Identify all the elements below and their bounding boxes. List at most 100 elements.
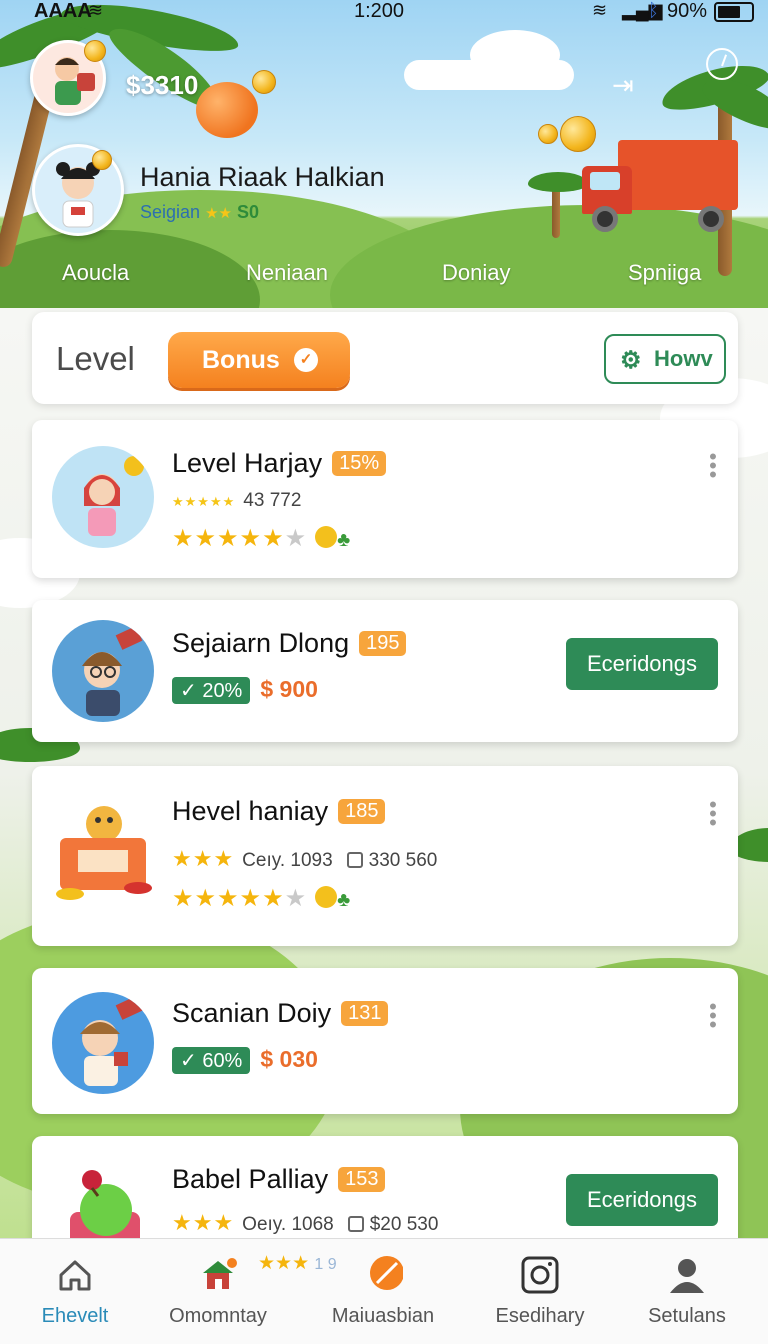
- card-title-text: Level Harjay: [172, 448, 323, 478]
- wifi-icon: ≋: [592, 0, 608, 20]
- card-title: Hevel haniay 185: [172, 796, 386, 827]
- palm-tree: [552, 188, 560, 238]
- user-score: S0: [236, 202, 260, 222]
- level-bar: Level Bonus ✓ ⚙ Howv: [32, 312, 738, 404]
- header-banner: AAAA ≋ 1:200 ≋ ▂▄▆ ᛒ 90% $3310 ⇥ Hania R…: [0, 0, 768, 308]
- card-badge: 153: [338, 1167, 386, 1192]
- wifi-icon: ≋: [88, 0, 104, 20]
- coin-icon: [92, 150, 112, 170]
- user-rank: Seigian: [140, 202, 201, 222]
- carrier-label: AAAA: [34, 0, 92, 22]
- meta-stars: ★★★: [172, 846, 235, 871]
- list-card[interactable]: Sejaiarn Dlong 195 ✓ 20% $ 900 Eceridongs: [32, 600, 738, 742]
- card-badge: 15%: [332, 451, 387, 476]
- card-avatar: [52, 446, 154, 548]
- star-half: ★: [284, 525, 308, 552]
- card-title-text: Scanian Doiy: [172, 998, 332, 1028]
- truck-wheel: [592, 206, 618, 232]
- nav-item-home[interactable]: Ehevelt: [0, 1239, 150, 1344]
- tab-spniiga[interactable]: Spniiga: [628, 260, 701, 286]
- store-icon: [203, 1258, 237, 1289]
- coin-icon: [538, 124, 558, 144]
- list-card[interactable]: Hevel haniay 185 ★★★ Ceıy. 1093 330 560 ★★★…: [32, 766, 738, 946]
- nav-item-gallery[interactable]: Esedihary: [465, 1239, 615, 1344]
- card-title-text: Babel Palliay: [172, 1164, 329, 1194]
- battery-icon: [714, 2, 754, 22]
- discount-badge: ✓ 60%: [172, 1047, 251, 1074]
- meta-stars: ★★★: [172, 1210, 235, 1235]
- card-meta: ★★★★★ 43 772: [172, 490, 301, 512]
- tab-neniaan[interactable]: Neniaan: [246, 260, 328, 286]
- card-title: Babel Palliay 153: [172, 1164, 386, 1195]
- leaf-icon: ♣: [337, 889, 352, 911]
- card-action-button[interactable]: Eceridongs: [566, 1174, 718, 1226]
- meta-count: 43 772: [243, 490, 302, 511]
- meta-b: 330 560: [368, 850, 438, 871]
- how-button[interactable]: ⚙ Howv: [604, 334, 726, 384]
- user-name: Hania Riaak Halkian: [140, 162, 385, 192]
- discount-badge: ✓ 20%: [172, 677, 251, 704]
- card-title: Sejaiarn Dlong 195: [172, 628, 407, 659]
- list-card[interactable]: Scanian Doiy 131 ✓ 60% $ 030 • • •: [32, 968, 738, 1114]
- card-badge: 185: [338, 799, 386, 824]
- nav-stars-extra: 1 9: [314, 1256, 337, 1273]
- coin-bag-icon: [196, 82, 258, 138]
- user-subtitle: Seigian ★★ S0: [140, 202, 259, 223]
- bonus-label: Bonus: [202, 345, 280, 374]
- list-card[interactable]: Babel Palliay 153 ★★★ Oeıy. 1068 $20 530 Ec…: [32, 1136, 738, 1238]
- list-card[interactable]: Level Harjay 15% ★★★★★ 43 772 ★★★★★★ ♣ • • •: [32, 420, 738, 578]
- coin-icon: [560, 116, 596, 152]
- card-meta: ✓ 60% $ 030: [172, 1046, 318, 1074]
- user-icon: [670, 1259, 704, 1293]
- checkbox[interactable]: [346, 852, 363, 868]
- price-label: $ 030: [260, 1046, 318, 1072]
- main-content[interactable]: Level Bonus ✓ ⚙ Howv Level Harjay 15% ★★★…: [0, 308, 768, 1238]
- user-rating-stars: ★★: [205, 205, 232, 222]
- check-icon: ✓: [294, 348, 318, 372]
- card-avatar: [52, 1156, 154, 1238]
- meta-stars: ★★★★★: [172, 494, 236, 509]
- gear-icon: ⚙: [620, 347, 642, 374]
- card-title-text: Sejaiarn Dlong: [172, 628, 350, 658]
- share-icon[interactable]: ⇥: [612, 70, 634, 101]
- card-avatar: [48, 798, 158, 900]
- card-avatar: [52, 620, 154, 722]
- coin-balance: $3310: [126, 70, 199, 100]
- card-badge: 195: [359, 631, 407, 656]
- coin-icon: [84, 40, 106, 62]
- card-meta: ★★★ Ceıy. 1093 330 560: [172, 846, 437, 872]
- tab-aoucla[interactable]: Aoucla: [62, 260, 129, 286]
- star-filled: ★★★★★: [172, 525, 285, 552]
- clock-time: 1:200: [354, 0, 405, 22]
- card-title: Scanian Doiy 131: [172, 998, 389, 1029]
- nav-label: Maiuasbian: [331, 1305, 435, 1327]
- tag-icon: [370, 1256, 403, 1290]
- tab-doniay[interactable]: Doniay: [442, 260, 510, 286]
- nav-rating-stars: ★★★ 1 9: [258, 1252, 337, 1275]
- more-options-icon[interactable]: • • •: [708, 996, 718, 1036]
- how-label: Howv: [654, 346, 713, 371]
- nav-label: Esedihary: [495, 1305, 585, 1327]
- history-icon[interactable]: [706, 48, 738, 80]
- meta-b: $20 530: [369, 1214, 439, 1235]
- star-half: ★: [284, 885, 308, 912]
- coin-icon: [315, 886, 338, 908]
- checkbox[interactable]: [347, 1216, 364, 1232]
- card-title-text: Hevel haniay: [172, 796, 329, 826]
- bottom-navigation: Ehevelt Omomntay Maiuasbian Esedihary Se…: [0, 1238, 768, 1344]
- card-action-button[interactable]: Eceridongs: [566, 638, 718, 690]
- bonus-button[interactable]: Bonus ✓: [168, 332, 350, 388]
- more-options-icon[interactable]: • • •: [708, 446, 718, 486]
- cloud: [470, 30, 560, 80]
- card-avatar: [52, 992, 154, 1094]
- nav-stars-filled: ★★★: [258, 1253, 310, 1274]
- nav-label: Omomntay: [169, 1305, 267, 1327]
- nav-item-settings[interactable]: Setulans: [612, 1239, 762, 1344]
- truck-wheel: [698, 206, 724, 232]
- card-title: Level Harjay 15%: [172, 448, 387, 479]
- category-tabs: Aoucla Neniaan Doniay Spniiga: [0, 260, 768, 300]
- more-options-icon[interactable]: • • •: [708, 794, 718, 834]
- nav-label: Setulans: [648, 1305, 726, 1327]
- truck-window: [590, 172, 620, 190]
- rating-stars: ★★★★★★ ♣: [172, 524, 351, 553]
